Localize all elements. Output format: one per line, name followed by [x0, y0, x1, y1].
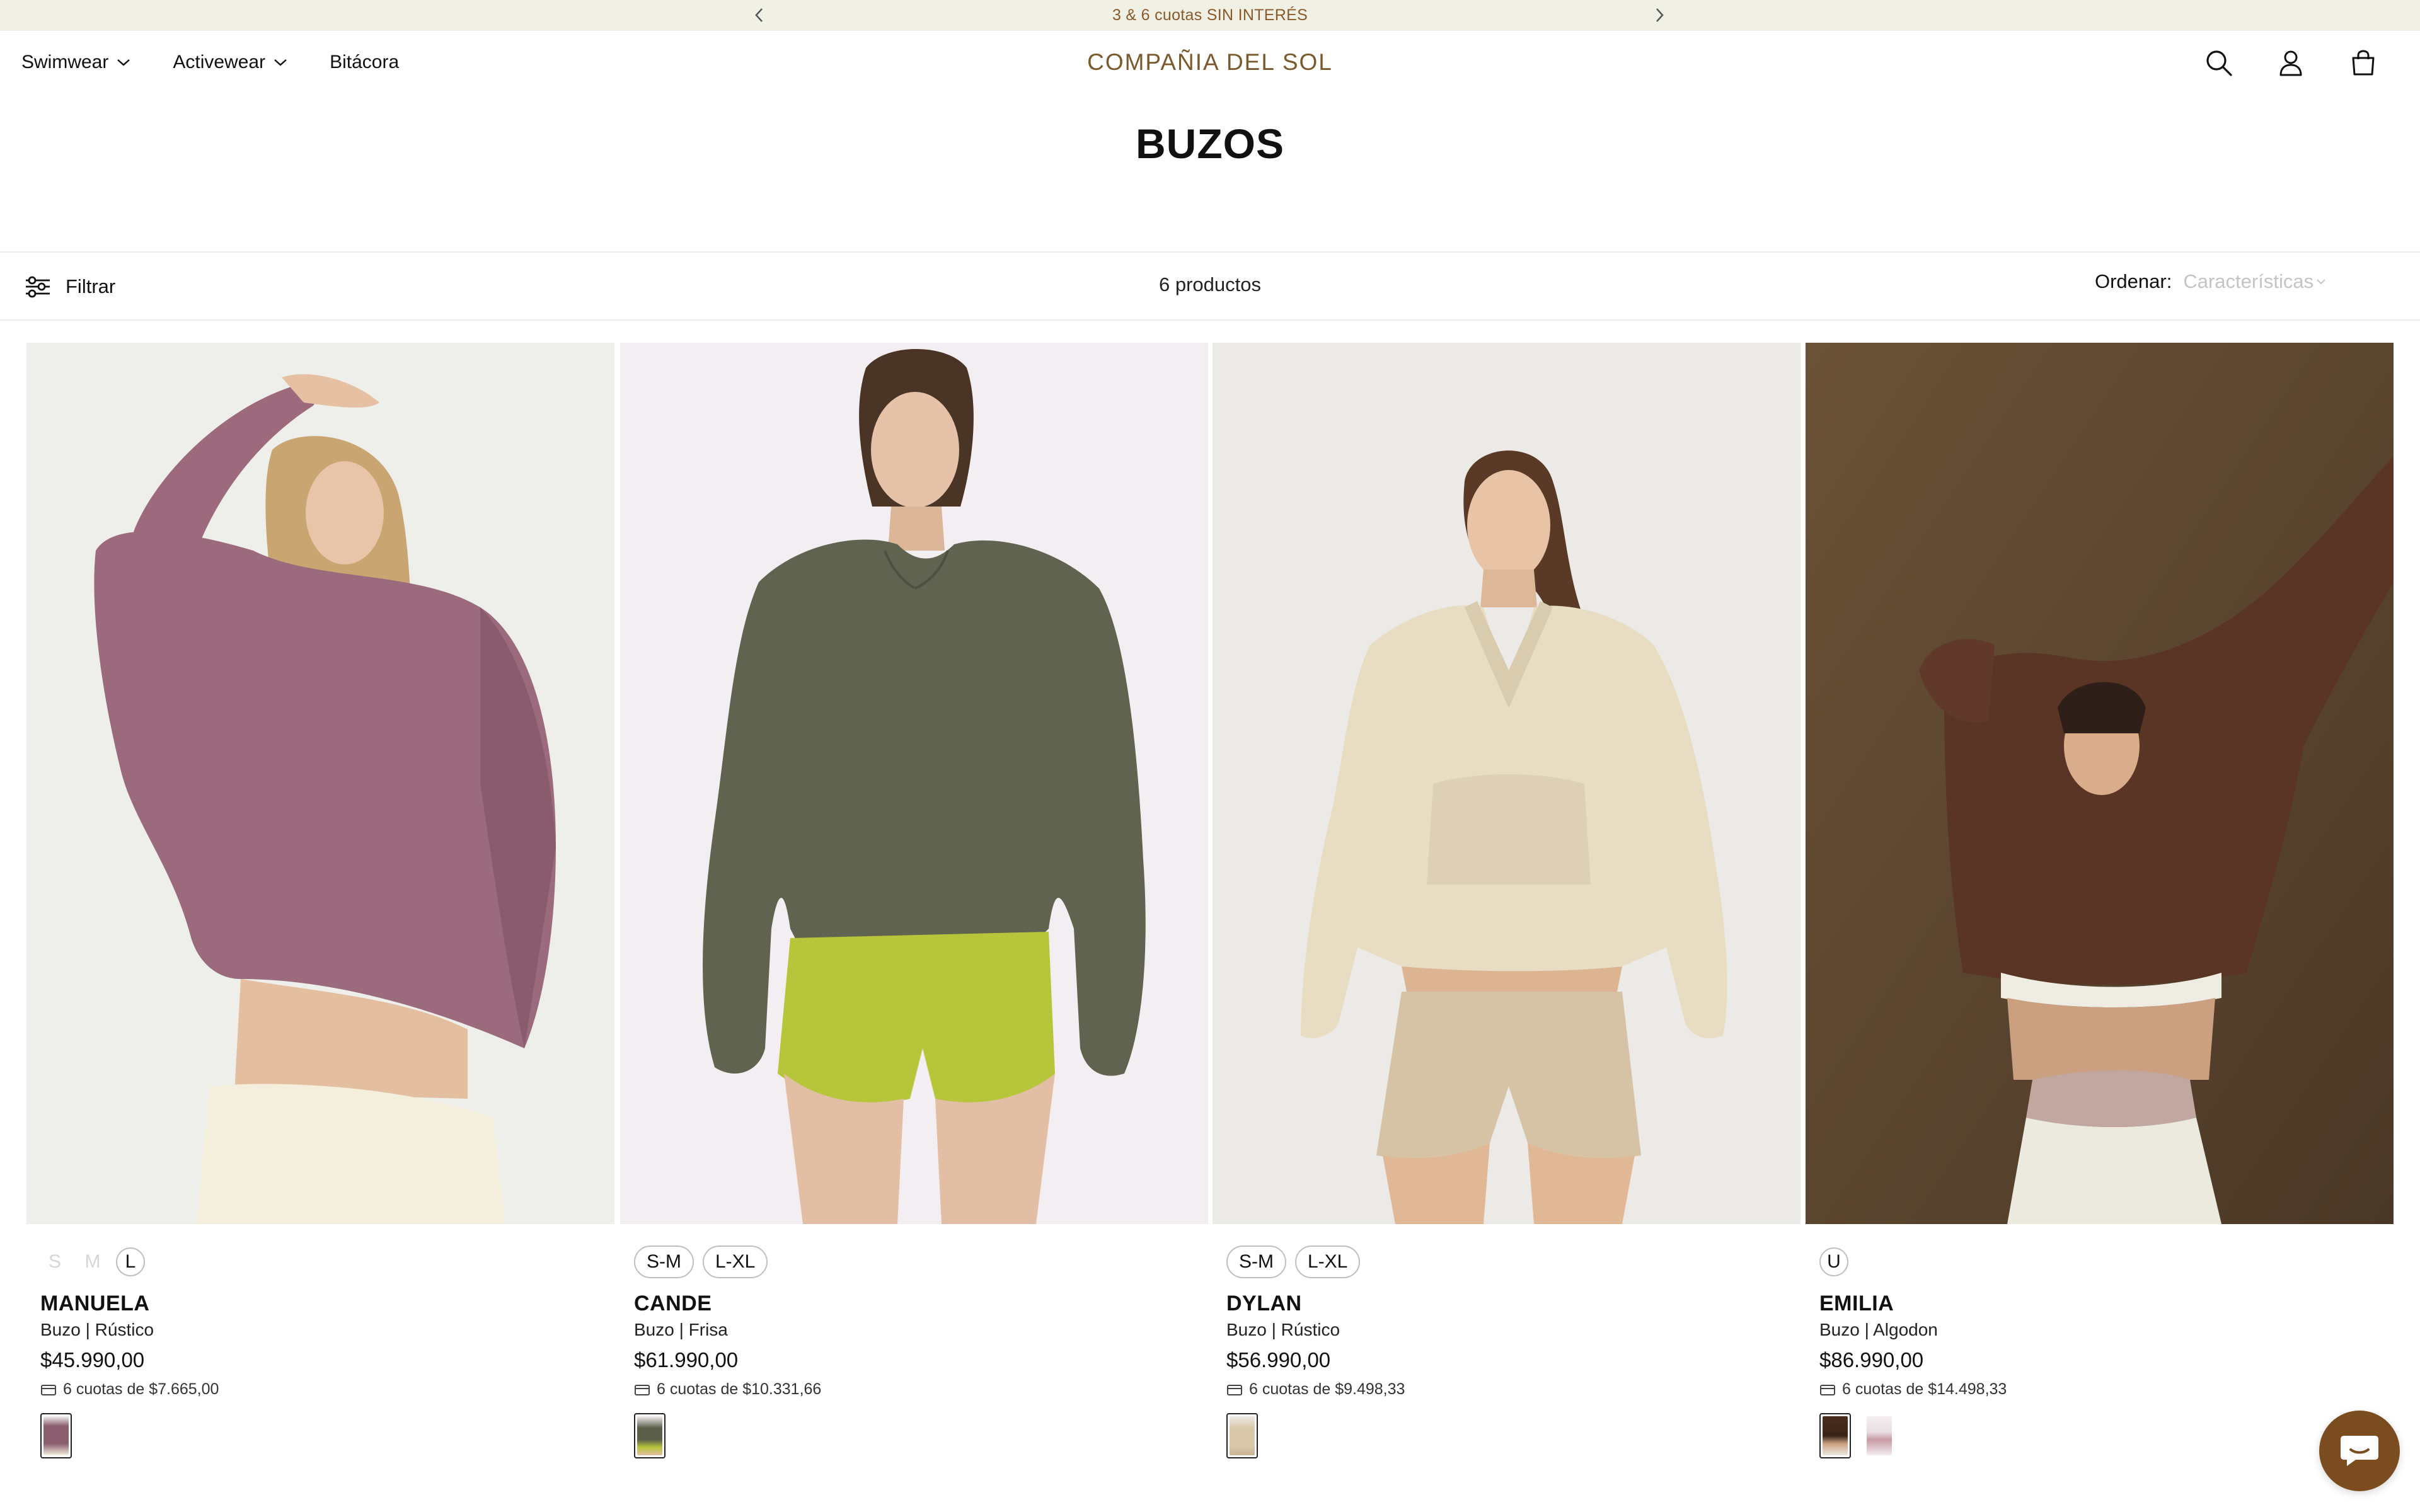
sort-control: Ordenar: Características [2095, 270, 2332, 293]
credit-card-icon [635, 1384, 650, 1395]
bag-icon[interactable] [2346, 46, 2380, 80]
sort-value: Características [2183, 270, 2314, 292]
installments-text: 6 cuotas de $10.331,66 [657, 1380, 822, 1398]
installments: 6 cuotas de $9.498,33 [1226, 1380, 1405, 1399]
product-name[interactable]: MANUELA [40, 1292, 149, 1316]
product-price: $56.990,00 [1226, 1348, 1331, 1372]
credit-card-icon [41, 1384, 56, 1395]
product-subtitle: Buzo | Frisa [634, 1320, 728, 1339]
installments: 6 cuotas de $14.498,33 [1819, 1380, 2007, 1399]
product-name[interactable]: DYLAN [1226, 1292, 1302, 1316]
nav-item-swimwear[interactable]: Swimwear [21, 52, 131, 73]
collection-toolbar: Filtrar 6 productos Ordenar: Característ… [0, 251, 2420, 321]
size-options: S-M L-XL [634, 1246, 768, 1278]
product-price: $86.990,00 [1819, 1348, 1924, 1372]
brand-name[interactable]: COMPAÑIA DEL SOL [1087, 49, 1333, 76]
size-option[interactable]: S-M [634, 1246, 694, 1278]
sort-label: Ordenar: [2095, 270, 2172, 292]
color-swatches [634, 1413, 666, 1458]
color-swatches [40, 1413, 72, 1458]
site-header: Swimwear Activewear Bitácora COMPAÑIA DE… [0, 31, 2420, 94]
page-title: BUZOS [1136, 120, 1284, 167]
sort-select[interactable]: Características [2183, 270, 2332, 293]
chevron-right-icon[interactable] [1648, 4, 1671, 26]
product-subtitle: Buzo | Rústico [40, 1320, 154, 1339]
product-card[interactable]: S-M L-XL CANDE Buzo | Frisa $61.990,00 6… [620, 343, 1208, 1458]
color-swatch[interactable] [1819, 1413, 1851, 1458]
size-options: S-M L-XL [1226, 1246, 1361, 1278]
nav-item-label: Activewear [173, 52, 266, 72]
size-options: S M L [40, 1246, 145, 1276]
color-swatch[interactable] [634, 1413, 666, 1458]
user-icon[interactable] [2274, 46, 2308, 80]
nav-item-label: Bitácora [330, 52, 400, 72]
main-nav: Swimwear Activewear Bitácora [21, 31, 399, 94]
nav-item-activewear[interactable]: Activewear [173, 52, 288, 73]
color-swatches [1819, 1413, 1895, 1458]
color-swatches [1226, 1413, 1258, 1458]
search-icon[interactable] [2202, 46, 2236, 80]
installments-text: 6 cuotas de $7.665,00 [63, 1380, 219, 1398]
color-swatch[interactable] [1226, 1413, 1258, 1458]
color-swatch[interactable] [40, 1413, 72, 1458]
size-option[interactable]: L-XL [703, 1246, 768, 1278]
installments: 6 cuotas de $10.331,66 [634, 1380, 821, 1399]
product-name[interactable]: EMILIA [1819, 1292, 1894, 1316]
product-image[interactable] [1806, 343, 2394, 1224]
product-price: $45.990,00 [40, 1348, 145, 1372]
size-options: U [1819, 1246, 1848, 1276]
product-image[interactable] [620, 343, 1208, 1224]
size-option[interactable]: L [116, 1247, 145, 1276]
installments-text: 6 cuotas de $14.498,33 [1842, 1380, 2007, 1398]
chevron-down-icon [274, 59, 287, 66]
chevron-down-icon [2317, 279, 2325, 285]
size-option[interactable]: U [1819, 1247, 1848, 1276]
installments: 6 cuotas de $7.665,00 [40, 1380, 219, 1399]
nav-item-bitacora[interactable]: Bitácora [330, 52, 399, 73]
chat-icon [2341, 1436, 2378, 1466]
product-card[interactable]: S M L MANUELA Buzo | Rústico $45.990,00 … [26, 343, 614, 1458]
announcement-text: 3 & 6 cuotas SIN INTERÉS [1112, 6, 1308, 24]
installments-text: 6 cuotas de $9.498,33 [1249, 1380, 1405, 1398]
chevron-left-icon[interactable] [748, 4, 771, 26]
product-image[interactable] [1213, 343, 1801, 1224]
product-card[interactable]: S-M L-XL DYLAN Buzo | Rústico $56.990,00… [1213, 343, 1801, 1458]
size-option[interactable]: M [78, 1247, 107, 1276]
chat-button[interactable] [2319, 1411, 2400, 1491]
product-price: $61.990,00 [634, 1348, 739, 1372]
size-option[interactable]: L-XL [1295, 1246, 1361, 1278]
product-card[interactable]: U EMILIA Buzo | Algodon $86.990,00 6 cuo… [1806, 343, 2394, 1458]
color-swatch[interactable] [1864, 1413, 1895, 1458]
announcement-bar: 3 & 6 cuotas SIN INTERÉS [0, 0, 2420, 31]
product-grid: S M L MANUELA Buzo | Rústico $45.990,00 … [26, 343, 2395, 1512]
product-subtitle: Buzo | Rústico [1226, 1320, 1340, 1339]
product-image[interactable] [26, 343, 614, 1224]
chevron-down-icon [117, 59, 130, 66]
size-option[interactable]: S-M [1226, 1246, 1286, 1278]
size-option[interactable]: S [40, 1247, 69, 1276]
credit-card-icon [1227, 1384, 1242, 1395]
product-count: 6 productos [1159, 273, 1261, 295]
credit-card-icon [1820, 1384, 1835, 1395]
product-name[interactable]: CANDE [634, 1292, 712, 1316]
nav-item-label: Swimwear [21, 52, 109, 72]
product-subtitle: Buzo | Algodon [1819, 1320, 1938, 1339]
